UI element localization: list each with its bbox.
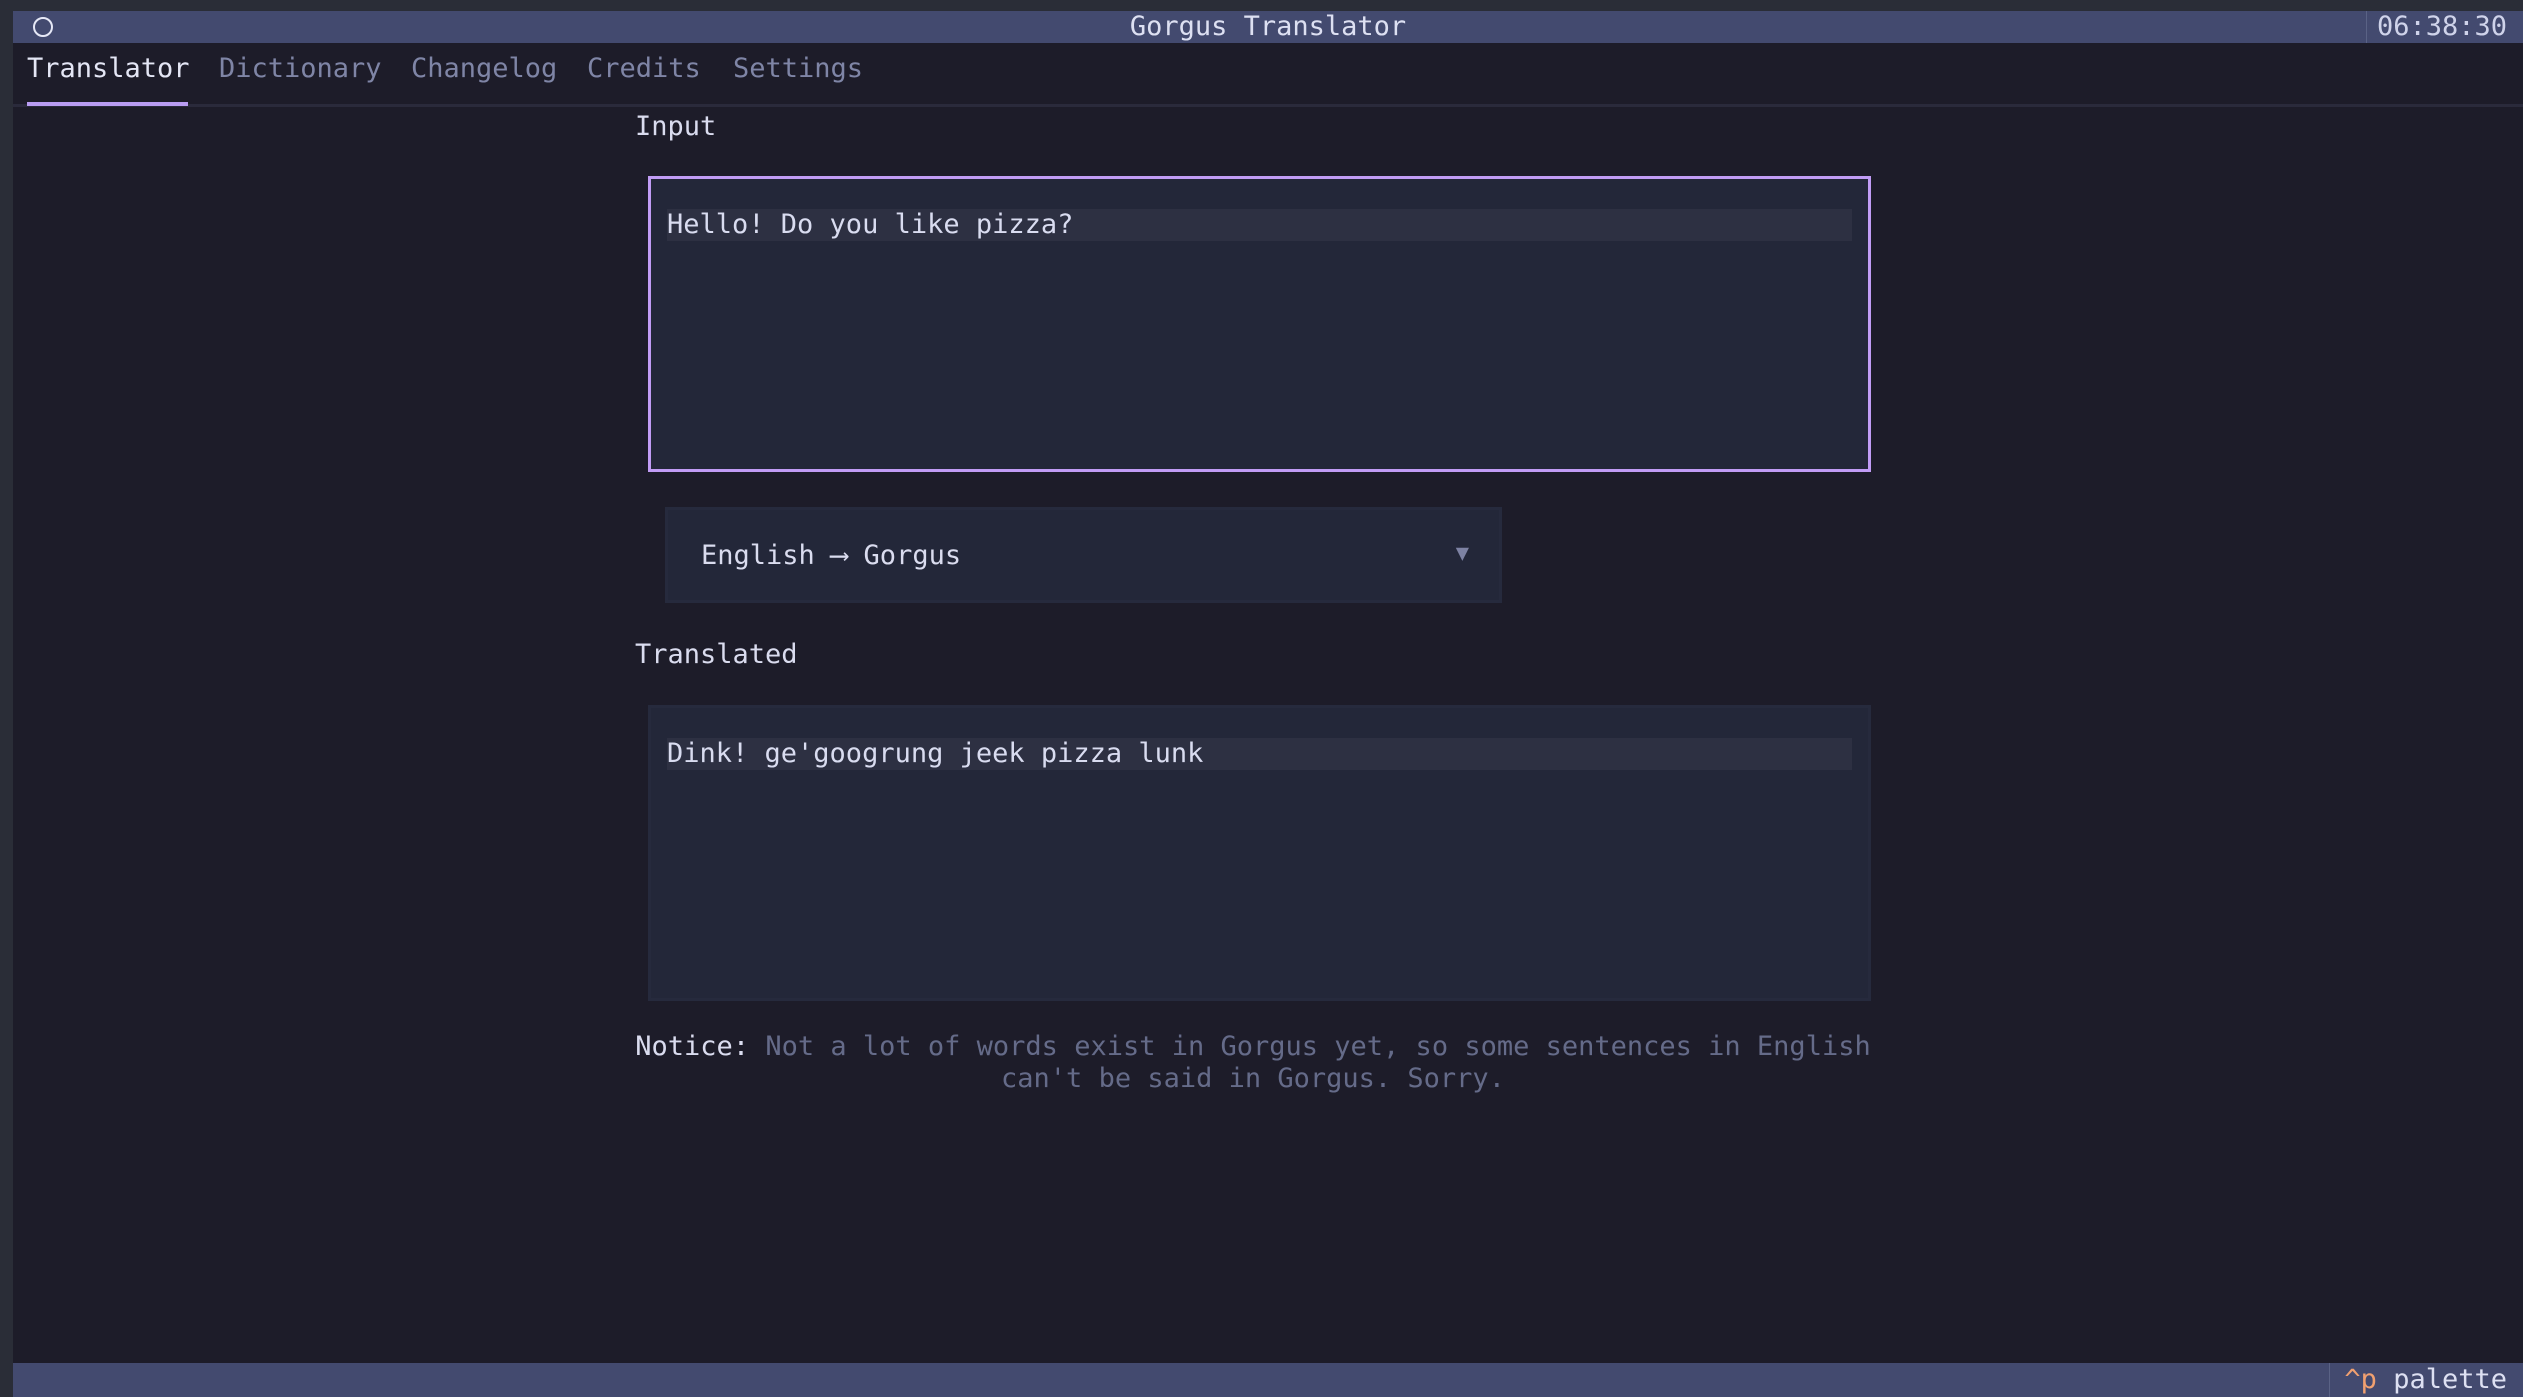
- tab-bar: Translator Dictionary Changelog Credits …: [13, 43, 2523, 107]
- tab-translator[interactable]: Translator: [27, 53, 190, 84]
- palette-label: palette: [2393, 1364, 2507, 1395]
- language-select-value: English ⟶ Gorgus: [701, 540, 962, 571]
- language-select[interactable]: English ⟶ Gorgus ▼: [665, 507, 1502, 603]
- active-tab-underline: [27, 102, 188, 106]
- app-window: Gorgus Translator 06:38:30 Translator Di…: [13, 11, 2523, 1397]
- tab-dictionary[interactable]: Dictionary: [219, 53, 382, 84]
- translated-textarea[interactable]: Dink! ge'googrung jeek pizza lunk: [648, 705, 1871, 1001]
- footer-bar: ^p palette: [13, 1363, 2523, 1397]
- tab-settings[interactable]: Settings: [733, 53, 863, 84]
- input-textarea[interactable]: Hello! Do you like pizza?: [648, 176, 1871, 472]
- translated-label: Translated: [635, 639, 798, 670]
- window-title: Gorgus Translator: [1129, 11, 1407, 42]
- tab-divider: [13, 104, 2523, 107]
- notice-label: Notice:: [635, 1031, 750, 1062]
- triangle-down-icon[interactable]: ▼: [1456, 541, 1469, 566]
- title-bar: Gorgus Translator 06:38:30: [13, 11, 2523, 43]
- palette-hotkey: ^p: [2344, 1364, 2377, 1395]
- input-label: Input: [635, 111, 717, 142]
- input-text[interactable]: Hello! Do you like pizza?: [667, 209, 1852, 241]
- command-palette-button[interactable]: ^p palette: [2329, 1363, 2523, 1397]
- notice-message: Notice: Not a lot of words exist in Gorg…: [635, 1031, 1871, 1095]
- tab-changelog[interactable]: Changelog: [411, 53, 557, 84]
- notice-text: Not a lot of words exist in Gorgus yet, …: [765, 1031, 1871, 1094]
- tab-credits[interactable]: Credits: [587, 53, 701, 84]
- clock: 06:38:30: [2365, 11, 2507, 43]
- translated-text[interactable]: Dink! ge'googrung jeek pizza lunk: [667, 738, 1852, 770]
